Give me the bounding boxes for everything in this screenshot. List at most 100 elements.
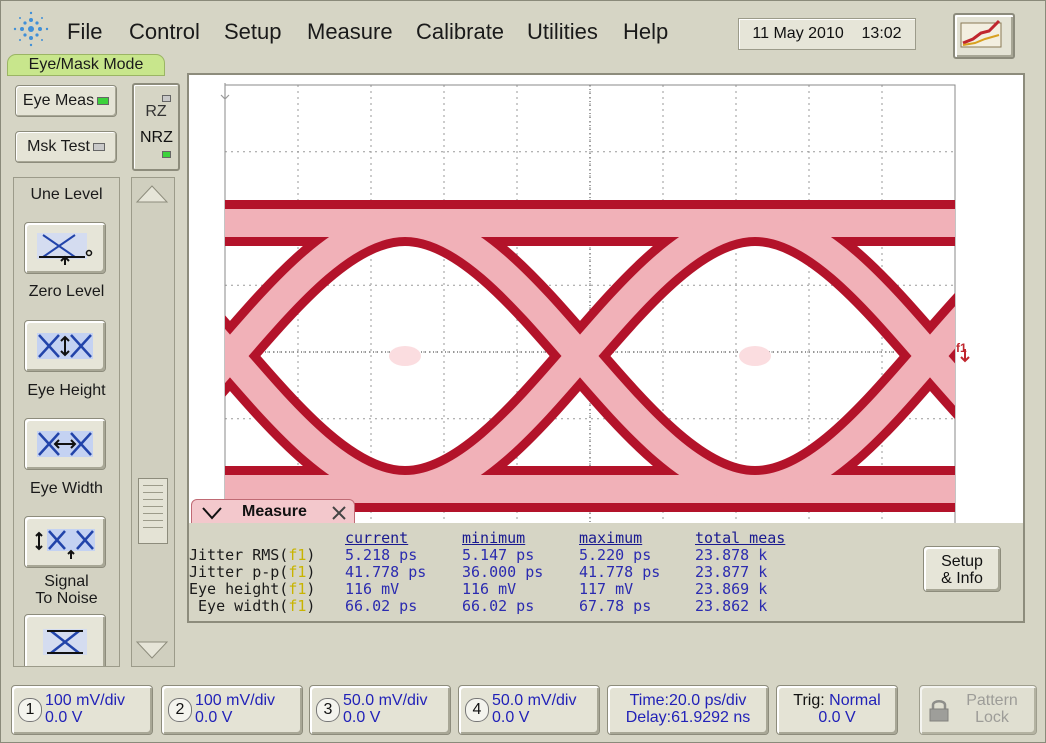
channel-4-button[interactable]: 4 50.0 mV/div 0.0 V [458, 685, 600, 735]
trigger-button[interactable]: Trig: Normal 0.0 V [776, 685, 898, 735]
eye-mask-mode-tab[interactable]: Eye/Mask Mode [7, 54, 165, 76]
to-noise-label: To Noise [35, 590, 98, 607]
jitter-rms-maximum: 5.220 ps [579, 546, 652, 564]
info-label: & Info [941, 570, 983, 587]
channel-2-number: 2 [168, 698, 192, 722]
scroll-thumb[interactable] [138, 478, 168, 544]
row-name: Jitter p-p( [189, 563, 289, 581]
zero-level-button[interactable] [24, 222, 106, 274]
timebase-delay: Delay:61.9292 ns [625, 709, 751, 726]
one-level-label: Une Level [30, 186, 103, 203]
channel-1-settings: 100 mV/div 0.0 V [45, 692, 125, 726]
channel-3-scale: 50.0 mV/div [343, 692, 428, 709]
menu-file[interactable]: File [67, 19, 102, 45]
jitter-rms-total: 23.878 k [695, 546, 768, 564]
scope-window: File Control Setup Measure Calibrate Uti… [0, 0, 1046, 743]
led-off-icon [92, 142, 105, 151]
eye-height-icon [37, 333, 93, 359]
eye-width-icon [37, 431, 93, 457]
collapse-chevron-icon[interactable] [200, 504, 224, 522]
close-icon[interactable] [330, 505, 348, 521]
mask-test-button[interactable]: Msk Test [15, 131, 117, 163]
f1-marker-label: f1 [956, 341, 967, 355]
row-jitter-rms-name: Jitter RMS(f1) [189, 547, 315, 564]
setup-info-button[interactable]: Setup & Info [923, 546, 1001, 592]
eye-height-current: 116 mV [345, 580, 400, 598]
timebase-scale: Time:20.0 ps/div [629, 692, 747, 709]
channel-3-settings: 50.0 mV/div 0.0 V [343, 692, 427, 726]
channel-3-button[interactable]: 3 50.0 mV/div 0.0 V [309, 685, 451, 735]
menu-setup[interactable]: Setup [224, 19, 282, 45]
measure-results-panel: current minimum maximum total meas Jitte… [189, 523, 1023, 621]
lock-icon [929, 700, 949, 722]
eye-width-label: Eye Width [30, 480, 103, 497]
pattern-label: Pattern [966, 692, 1018, 709]
menu-calibrate[interactable]: Calibrate [416, 19, 504, 45]
rz-nrz-toggle[interactable]: RZ NRZ [132, 83, 180, 171]
header-total-meas: total meas [695, 529, 786, 547]
channel-2-button[interactable]: 2 100 mV/div 0.0 V [161, 685, 303, 735]
channel-4-offset: 0.0 V [492, 709, 530, 726]
pattern-lock-button[interactable]: Pattern Lock [919, 685, 1037, 735]
channel-2-scale: 100 mV/div [195, 692, 276, 709]
channel-3-offset: 0.0 V [343, 709, 381, 726]
jitter-pp-maximum: 41.778 ps [579, 563, 661, 581]
eye-pattern [225, 199, 955, 512]
header-current: current [345, 529, 409, 547]
eye-width-button[interactable] [24, 418, 106, 470]
menu-utilities[interactable]: Utilities [527, 19, 598, 45]
mask-test-label: Msk Test [27, 138, 90, 155]
jitter-rms-minimum: 5.147 ps [462, 546, 535, 564]
row-name: Eye width( [189, 597, 289, 615]
menu-control[interactable]: Control [129, 19, 200, 45]
eye-height-button[interactable] [24, 320, 106, 372]
menu-help[interactable]: Help [623, 19, 668, 45]
channel-1-scale: 100 mV/div [45, 692, 126, 709]
channel-4-number: 4 [465, 698, 489, 722]
trigger-mode: Trig: Normal [777, 692, 897, 709]
timebase-button[interactable]: Time:20.0 ps/div Delay:61.9292 ns [607, 685, 769, 735]
row-name: Jitter RMS( [189, 546, 289, 564]
paren: ) [306, 546, 316, 564]
f1-tag: f1 [288, 563, 307, 581]
eye-width-total: 23.862 k [695, 597, 768, 615]
rz-label: RZ [145, 103, 167, 120]
measure-tab-label: Measure [242, 503, 307, 520]
channel-2-offset: 0.0 V [195, 709, 233, 726]
zero-level-icon [37, 233, 93, 265]
menu-measure[interactable]: Measure [307, 19, 393, 45]
chart-button[interactable] [953, 13, 1015, 59]
f1-tag: f1 [288, 580, 307, 598]
rz-led-icon [162, 95, 171, 102]
signal-to-noise-icon [35, 529, 95, 559]
channel-1-button[interactable]: 1 100 mV/div 0.0 V [11, 685, 153, 735]
lock-label: Lock [975, 709, 1009, 726]
eye-meas-button[interactable]: Eye Meas [15, 85, 117, 117]
led-on-icon [97, 96, 110, 105]
time-text: 13:02 [861, 25, 902, 42]
trigger-level: 0.0 V [818, 709, 856, 726]
signal-label: Signal [44, 573, 89, 590]
scroll-down-icon[interactable] [135, 640, 169, 662]
setup-label: Setup [941, 553, 983, 570]
next-tool-button[interactable] [24, 614, 106, 666]
signal-to-noise-button[interactable] [24, 516, 106, 568]
nrz-led-icon [162, 151, 171, 158]
eye-meas-label: Eye Meas [22, 92, 95, 109]
tool-panel-scrollbar[interactable] [131, 177, 175, 667]
menu-bar: File Control Setup Measure Calibrate Uti… [1, 1, 1045, 59]
row-eye-height-name: Eye height(f1) [189, 581, 315, 598]
row-name: Eye height( [189, 580, 289, 598]
measurement-tool-panel: Une Level Zero Level Eye Height Eye Widt… [13, 177, 120, 667]
scroll-up-icon[interactable] [135, 182, 169, 204]
jitter-pp-total: 23.877 k [695, 563, 768, 581]
header-minimum: minimum [462, 529, 526, 547]
paren: ) [306, 580, 316, 598]
nrz-label: NRZ [140, 129, 173, 146]
header-maximum: maximum [579, 529, 643, 547]
eye-width-maximum: 67.78 ps [579, 597, 652, 615]
jitter-pp-minimum: 36.000 ps [462, 563, 544, 581]
zero-level-label: Zero Level [28, 283, 105, 300]
date-text: 11 May 2010 [752, 25, 844, 42]
chart-icon [960, 19, 1002, 48]
